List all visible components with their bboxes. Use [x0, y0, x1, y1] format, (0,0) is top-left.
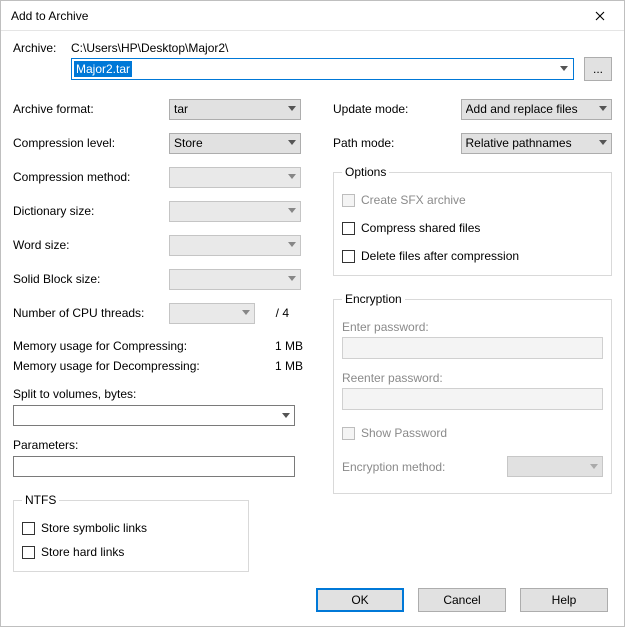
show-password-checkbox [342, 427, 355, 440]
create-sfx-checkbox [342, 194, 355, 207]
archive-name-combo[interactable]: Major2.tar [71, 58, 574, 80]
path-mode-combo[interactable]: Relative pathnames [461, 133, 612, 154]
memory-compress-label: Memory usage for Compressing: [13, 339, 187, 353]
dialog-window: Add to Archive Archive: C:\Users\HP\Desk… [0, 0, 625, 627]
archive-name-value: Major2.tar [74, 61, 132, 77]
parameters-label: Parameters: [13, 438, 313, 452]
close-button[interactable] [578, 2, 622, 30]
reenter-password-label: Reenter password: [342, 371, 603, 385]
browse-button[interactable]: ... [584, 57, 612, 81]
content-area: Archive: C:\Users\HP\Desktop\Major2\ Maj… [1, 31, 624, 574]
memory-decompress-value: 1 MB [275, 359, 303, 373]
update-mode-combo[interactable]: Add and replace files [461, 99, 612, 120]
memory-compress-value: 1 MB [275, 339, 303, 353]
help-button[interactable]: Help [520, 588, 608, 612]
ok-button[interactable]: OK [316, 588, 404, 612]
solid-block-size-combo[interactable] [169, 269, 301, 290]
left-column: Archive format: tar Compression level: S… [13, 87, 313, 572]
store-symlinks-label: Store symbolic links [41, 521, 147, 535]
titlebar: Add to Archive [1, 1, 624, 31]
ntfs-legend: NTFS [22, 493, 59, 507]
encryption-method-combo [507, 456, 603, 477]
delete-after-label: Delete files after compression [361, 249, 519, 263]
show-password-label: Show Password [361, 426, 447, 440]
memory-decompress-label: Memory usage for Decompressing: [13, 359, 200, 373]
right-column: Update mode: Add and replace files Path … [333, 87, 612, 572]
word-size-combo[interactable] [169, 235, 301, 256]
store-symlinks-checkbox[interactable] [22, 522, 35, 535]
split-volumes-label: Split to volumes, bytes: [13, 387, 313, 401]
dictionary-size-combo[interactable] [169, 201, 301, 222]
store-hardlinks-label: Store hard links [41, 545, 124, 559]
compress-shared-label: Compress shared files [361, 221, 480, 235]
compression-level-label: Compression level: [13, 136, 169, 150]
archive-path: C:\Users\HP\Desktop\Major2\ [71, 41, 228, 55]
enter-password-label: Enter password: [342, 320, 603, 334]
options-legend: Options [342, 165, 389, 179]
word-size-label: Word size: [13, 238, 169, 252]
ntfs-group: NTFS Store symbolic links Store hard lin… [13, 493, 249, 572]
store-hardlinks-checkbox[interactable] [22, 546, 35, 559]
close-icon [595, 11, 605, 21]
compression-method-combo[interactable] [169, 167, 301, 188]
cpu-threads-label: Number of CPU threads: [13, 306, 169, 320]
update-mode-label: Update mode: [333, 102, 461, 116]
compress-shared-checkbox[interactable] [342, 222, 355, 235]
encryption-legend: Encryption [342, 292, 405, 306]
split-volumes-combo[interactable] [13, 405, 295, 426]
create-sfx-label: Create SFX archive [361, 193, 466, 207]
archive-format-combo[interactable]: tar [169, 99, 301, 120]
cancel-button[interactable]: Cancel [418, 588, 506, 612]
reenter-password-input [342, 388, 603, 410]
encryption-method-label: Encryption method: [342, 460, 445, 474]
button-row: OK Cancel Help [1, 574, 624, 626]
archive-format-label: Archive format: [13, 102, 169, 116]
parameters-input[interactable] [13, 456, 295, 477]
cpu-threads-total: / 4 [261, 306, 289, 320]
window-title: Add to Archive [11, 9, 88, 23]
cpu-threads-combo[interactable] [169, 303, 255, 324]
path-mode-label: Path mode: [333, 136, 461, 150]
encryption-group: Encryption Enter password: Reenter passw… [333, 292, 612, 494]
archive-path-row: Archive: C:\Users\HP\Desktop\Major2\ [13, 41, 612, 55]
compression-level-combo[interactable]: Store [169, 133, 301, 154]
delete-after-checkbox[interactable] [342, 250, 355, 263]
enter-password-input [342, 337, 603, 359]
compression-method-label: Compression method: [13, 170, 169, 184]
dictionary-size-label: Dictionary size: [13, 204, 169, 218]
archive-label: Archive: [13, 41, 71, 55]
options-group: Options Create SFX archive Compress shar… [333, 165, 612, 276]
solid-block-size-label: Solid Block size: [13, 272, 169, 286]
chevron-down-icon[interactable] [555, 59, 573, 79]
